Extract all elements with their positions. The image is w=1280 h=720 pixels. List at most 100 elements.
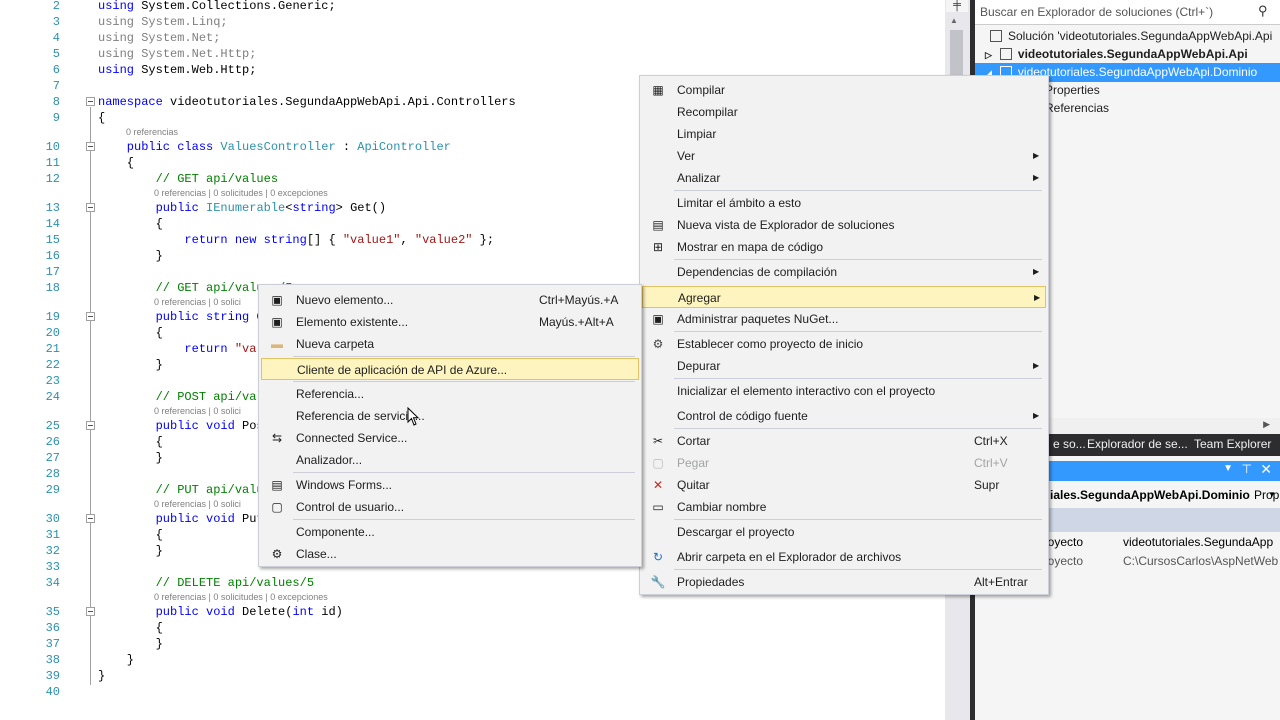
codelens-put[interactable]: 0 referencias | 0 solici xyxy=(154,499,241,509)
code-text[interactable]: public class ValuesController : ApiContr… xyxy=(98,139,451,155)
code-text[interactable]: } xyxy=(98,668,105,684)
menu-item-descargar-el-proyecto[interactable]: Descargar el proyecto xyxy=(642,521,1046,543)
code-text[interactable]: { xyxy=(98,110,105,126)
code-line[interactable]: 40 xyxy=(0,684,945,700)
code-text[interactable]: { xyxy=(98,620,163,636)
menu-item-inicializar-el-elemento-interactivo-con-el-proyecto[interactable]: Inicializar el elemento interactivo con … xyxy=(642,380,1046,402)
code-text[interactable]: public IEnumerable<string> Get() xyxy=(98,200,386,216)
code-text[interactable]: { xyxy=(98,325,163,341)
menu-item-establecer-como-proyecto-de-inicio[interactable]: ⚙ Establecer como proyecto de inicio xyxy=(642,333,1046,355)
tree-item-properties[interactable]: Properties xyxy=(1045,81,1100,99)
tab-team-explorer[interactable]: Team Explorer xyxy=(1194,434,1271,456)
menu-item-clase[interactable]: ⚙ Clase... xyxy=(261,543,639,565)
code-line[interactable]: 39} xyxy=(0,668,945,684)
menu-item-abrir-carpeta-en-el-explorador-de-archivos[interactable]: ↻ Abrir carpeta en el Explorador de archi… xyxy=(642,546,1046,568)
code-line[interactable]: 38 } xyxy=(0,652,945,668)
codelens-class[interactable]: 0 referencias xyxy=(126,127,178,137)
menu-item-limitar-el-ambito-a-esto[interactable]: Limitar el ámbito a esto xyxy=(642,192,1046,214)
solution-search-placeholder[interactable]: Buscar en Explorador de soluciones (Ctrl… xyxy=(980,5,1213,19)
menu-item-cortar[interactable]: ✂ Cortar Ctrl+X xyxy=(642,430,1046,452)
code-text[interactable]: } xyxy=(98,450,163,466)
menu-item-analizador[interactable]: Analizador... xyxy=(261,449,639,471)
split-window-button[interactable]: ╪ xyxy=(946,0,968,12)
codelens-get-id[interactable]: 0 referencias | 0 solici xyxy=(154,297,241,307)
code-text[interactable]: using System.Collections.Generic; xyxy=(98,0,336,14)
tree-item-api-project[interactable]: ▷ videotutoriales.SegundaAppWebApi.Api xyxy=(985,45,1248,63)
code-token: id) xyxy=(314,605,343,619)
menu-item-recompilar[interactable]: Recompilar xyxy=(642,101,1046,123)
code-text[interactable]: } xyxy=(98,652,134,668)
menu-item-referencia-de-servicio[interactable]: Referencia de servicio... xyxy=(261,405,639,427)
code-line[interactable]: 36 { xyxy=(0,620,945,636)
code-text[interactable]: using System.Net; xyxy=(98,30,220,46)
code-line[interactable]: 3 using System.Linq; xyxy=(0,14,945,30)
menu-item-elemento-existente[interactable]: ▣ Elemento existente... Mayús.+Alt+A xyxy=(261,311,639,333)
code-line[interactable]: 2 using System.Collections.Generic; xyxy=(0,0,945,14)
close-icon[interactable]: ✕ xyxy=(1260,461,1272,478)
menu-item-control-de-codigo-fuente[interactable]: Control de código fuente ▶ xyxy=(642,405,1046,427)
menu-item-connected-service[interactable]: ⇆ Connected Service... xyxy=(261,427,639,449)
menu-item-analizar[interactable]: Analizar ▶ xyxy=(642,167,1046,189)
code-text[interactable]: } xyxy=(98,357,163,373)
menu-item-windows-forms[interactable]: ▤ Windows Forms... xyxy=(261,474,639,496)
tab-server-explorer[interactable]: Explorador de se... xyxy=(1087,434,1188,456)
code-text[interactable]: public string G xyxy=(98,309,264,325)
code-text[interactable]: using System.Net.Http; xyxy=(98,46,256,62)
code-text[interactable]: return new string[] { "value1", "value2"… xyxy=(98,232,494,248)
code-text[interactable]: return "val xyxy=(98,341,263,357)
menu-item-administrar-paquetes-nuget[interactable]: ▣ Administrar paquetes NuGet... xyxy=(642,308,1046,330)
menu-item-nueva-carpeta[interactable]: ▬ Nueva carpeta xyxy=(261,333,639,355)
code-text[interactable]: public void Pos xyxy=(98,418,264,434)
menu-item-nuevo-elemento[interactable]: ▣ Nuevo elemento... Ctrl+Mayús.+A xyxy=(261,289,639,311)
menu-item-componente[interactable]: Componente... xyxy=(261,521,639,543)
code-text[interactable]: { xyxy=(98,155,134,171)
code-text[interactable]: } xyxy=(98,636,163,652)
menu-item-control-de-usuario[interactable]: ▢ Control de usuario... xyxy=(261,496,639,518)
tab-solution-explorer[interactable]: e so... xyxy=(1053,434,1086,456)
search-icon[interactable]: ⚲ xyxy=(1258,3,1274,21)
menu-item-ver[interactable]: Ver ▶ xyxy=(642,145,1046,167)
dropdown-arrow-icon[interactable]: ▼ xyxy=(1223,463,1233,474)
menu-item-pegar[interactable]: ▢ Pegar Ctrl+V xyxy=(642,452,1046,474)
menu-item-propiedades[interactable]: 🔧 Propiedades Alt+Entrar xyxy=(642,571,1046,593)
menu-item-cambiar-nombre[interactable]: ▭ Cambiar nombre xyxy=(642,496,1046,518)
code-line[interactable]: 4 using System.Net; xyxy=(0,30,945,46)
menu-item-mostrar-en-mapa-de-codigo[interactable]: ⊞ Mostrar en mapa de código xyxy=(642,236,1046,258)
code-token: public void xyxy=(98,605,243,619)
code-text[interactable]: } xyxy=(98,248,163,264)
code-text[interactable]: using System.Linq; xyxy=(98,14,228,30)
tree-item-solution[interactable]: Solución 'videotutoriales.SegundaAppWebA… xyxy=(990,27,1272,45)
code-line[interactable]: 37 } xyxy=(0,636,945,652)
code-text[interactable]: public void Delete(int id) xyxy=(98,604,343,620)
code-text[interactable]: namespace videotutoriales.SegundaAppWebA… xyxy=(98,94,516,110)
code-text[interactable]: } xyxy=(98,543,163,559)
menu-item-nueva-vista-de-explorador-de-soluciones[interactable]: ▤ Nueva vista de Explorador de soluciones xyxy=(642,214,1046,236)
scroll-right-arrow-icon[interactable]: ▶ xyxy=(1263,419,1270,430)
code-text[interactable]: // DELETE api/values/5 xyxy=(98,575,314,591)
menu-item-compilar[interactable]: ▦ Compilar xyxy=(642,79,1046,101)
menu-item-referencia[interactable]: Referencia... xyxy=(261,383,639,405)
code-text[interactable]: public void Put xyxy=(98,511,264,527)
codelens-post[interactable]: 0 referencias | 0 solici xyxy=(154,406,241,416)
code-text[interactable]: { xyxy=(98,434,163,450)
tree-item-references[interactable]: Referencias xyxy=(1045,99,1109,117)
codelens-delete[interactable]: 0 referencias | 0 solicitudes | 0 excepc… xyxy=(154,592,328,602)
pin-icon[interactable]: ⊤ xyxy=(1242,462,1252,476)
code-text[interactable]: // GET api/values xyxy=(98,171,278,187)
codelens-get[interactable]: 0 referencias | 0 solicitudes | 0 excepc… xyxy=(154,188,328,198)
menu-item-dependencias-de-compilacion[interactable]: Dependencias de compilación ▶ xyxy=(642,261,1046,283)
menu-item-agregar[interactable]: Agregar ▶ xyxy=(642,286,1046,308)
menu-item-depurar[interactable]: Depurar ▶ xyxy=(642,355,1046,377)
scroll-up-arrow-icon[interactable]: ▲ xyxy=(950,16,958,25)
code-text[interactable]: using System.Web.Http; xyxy=(98,62,256,78)
code-line[interactable]: 35 public void Delete(int id) xyxy=(0,604,945,620)
expand-arrow-icon[interactable]: ▷ xyxy=(985,50,992,60)
menu-item-cliente-de-aplicacion-de-api-de-azure[interactable]: Cliente de aplicación de API de Azure... xyxy=(261,358,639,380)
menu-item-limpiar[interactable]: Limpiar xyxy=(642,123,1046,145)
code-text[interactable]: { xyxy=(98,216,163,232)
code-line[interactable]: 5 using System.Net.Http; xyxy=(0,46,945,62)
code-text[interactable]: // PUT api/values xyxy=(98,482,278,498)
menu-item-quitar[interactable]: ✕ Quitar Supr xyxy=(642,474,1046,496)
code-text[interactable]: { xyxy=(98,527,163,543)
solution-search-box[interactable]: Buscar en Explorador de soluciones (Ctrl… xyxy=(975,0,1280,25)
